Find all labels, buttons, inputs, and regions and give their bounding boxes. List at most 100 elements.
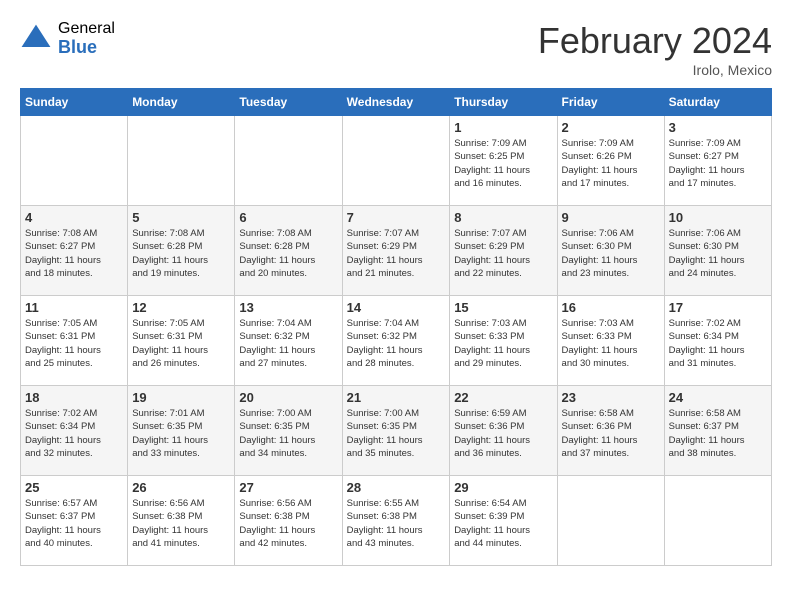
calendar-cell: 10 Sunrise: 7:06 AM Sunset: 6:30 PM Dayli…: [664, 206, 771, 296]
day-number: 4: [25, 210, 123, 225]
calendar-week-row: 4Sunrise: 7:08 AM Sunset: 6:27 PM Daylig…: [21, 206, 772, 296]
header-sunday: Sunday: [21, 89, 128, 116]
calendar-cell: 2 Sunrise: 7:09 AM Sunset: 6:26 PM Daylig…: [557, 116, 664, 206]
day-number: 29: [454, 480, 552, 495]
calendar-cell: 24 Sunrise: 6:58 AM Sunset: 6:37 PM Dayli…: [664, 386, 771, 476]
day-number: 19: [132, 390, 230, 405]
day-info: Sunrise: 6:54 AM Sunset: 6:39 PM Dayligh…: [454, 497, 552, 550]
day-number: 10: [669, 210, 767, 225]
calendar-cell: 14 Sunrise: 7:04 AM Sunset: 6:32 PM Dayli…: [342, 296, 450, 386]
calendar-week-row: 18 Sunrise: 7:02 AM Sunset: 6:34 PM Dayli…: [21, 386, 772, 476]
day-number: 7: [347, 210, 446, 225]
day-info: Sunrise: 7:09 AM Sunset: 6:25 PM Dayligh…: [454, 137, 552, 190]
day-number: 25: [25, 480, 123, 495]
day-number: 2: [562, 120, 660, 135]
day-info: Sunrise: 7:07 AM Sunset: 6:29 PM Dayligh…: [347, 227, 446, 280]
calendar-cell: 27Sunrise: 6:56 AM Sunset: 6:38 PM Dayli…: [235, 476, 342, 566]
day-number: 28: [347, 480, 446, 495]
calendar-cell: [557, 476, 664, 566]
day-info: Sunrise: 7:07 AM Sunset: 6:29 PM Dayligh…: [454, 227, 552, 280]
calendar-cell: 12 Sunrise: 7:05 AM Sunset: 6:31 PM Dayli…: [128, 296, 235, 386]
day-number: 6: [239, 210, 337, 225]
calendar-cell: 8 Sunrise: 7:07 AM Sunset: 6:29 PM Daylig…: [450, 206, 557, 296]
day-info: Sunrise: 7:09 AM Sunset: 6:26 PM Dayligh…: [562, 137, 660, 190]
day-number: 21: [347, 390, 446, 405]
day-number: 9: [562, 210, 660, 225]
day-info: Sunrise: 7:08 AM Sunset: 6:28 PM Dayligh…: [132, 227, 230, 280]
calendar-cell: 15 Sunrise: 7:03 AM Sunset: 6:33 PM Dayli…: [450, 296, 557, 386]
day-info: Sunrise: 7:02 AM Sunset: 6:34 PM Dayligh…: [25, 407, 123, 460]
day-info: Sunrise: 7:02 AM Sunset: 6:34 PM Dayligh…: [669, 317, 767, 370]
logo: General Blue: [20, 20, 115, 57]
day-number: 11: [25, 300, 123, 315]
header-tuesday: Tuesday: [235, 89, 342, 116]
day-info: Sunrise: 7:04 AM Sunset: 6:32 PM Dayligh…: [239, 317, 337, 370]
day-number: 23: [562, 390, 660, 405]
calendar-cell: 28 Sunrise: 6:55 AM Sunset: 6:38 PM Dayli…: [342, 476, 450, 566]
calendar-cell: [128, 116, 235, 206]
calendar-cell: 7 Sunrise: 7:07 AM Sunset: 6:29 PM Daylig…: [342, 206, 450, 296]
header-wednesday: Wednesday: [342, 89, 450, 116]
calendar-cell: 11Sunrise: 7:05 AM Sunset: 6:31 PM Dayli…: [21, 296, 128, 386]
day-number: 18: [25, 390, 123, 405]
day-info: Sunrise: 6:59 AM Sunset: 6:36 PM Dayligh…: [454, 407, 552, 460]
logo-general: General: [58, 20, 115, 38]
calendar-cell: [664, 476, 771, 566]
calendar-cell: 6 Sunrise: 7:08 AM Sunset: 6:28 PM Daylig…: [235, 206, 342, 296]
page-header: General Blue February 2024 Irolo, Mexico: [20, 20, 772, 78]
day-info: Sunrise: 7:06 AM Sunset: 6:30 PM Dayligh…: [669, 227, 767, 280]
day-number: 16: [562, 300, 660, 315]
month-title: February 2024: [538, 20, 772, 62]
calendar-week-row: 25 Sunrise: 6:57 AM Sunset: 6:37 PM Dayli…: [21, 476, 772, 566]
day-number: 20: [239, 390, 337, 405]
day-info: Sunrise: 6:58 AM Sunset: 6:36 PM Dayligh…: [562, 407, 660, 460]
day-number: 15: [454, 300, 552, 315]
day-number: 14: [347, 300, 446, 315]
day-number: 13: [239, 300, 337, 315]
calendar-cell: [235, 116, 342, 206]
day-info: Sunrise: 7:04 AM Sunset: 6:32 PM Dayligh…: [347, 317, 446, 370]
calendar-cell: 20 Sunrise: 7:00 AM Sunset: 6:35 PM Dayli…: [235, 386, 342, 476]
calendar-cell: 18 Sunrise: 7:02 AM Sunset: 6:34 PM Dayli…: [21, 386, 128, 476]
calendar-cell: 13 Sunrise: 7:04 AM Sunset: 6:32 PM Dayli…: [235, 296, 342, 386]
day-info: Sunrise: 7:03 AM Sunset: 6:33 PM Dayligh…: [454, 317, 552, 370]
day-info: Sunrise: 7:00 AM Sunset: 6:35 PM Dayligh…: [239, 407, 337, 460]
calendar-cell: 22 Sunrise: 6:59 AM Sunset: 6:36 PM Dayli…: [450, 386, 557, 476]
day-number: 26: [132, 480, 230, 495]
calendar-cell: [342, 116, 450, 206]
calendar-cell: [21, 116, 128, 206]
day-info: Sunrise: 7:00 AM Sunset: 6:35 PM Dayligh…: [347, 407, 446, 460]
day-number: 22: [454, 390, 552, 405]
day-info: Sunrise: 6:56 AM Sunset: 6:38 PM Dayligh…: [239, 497, 337, 550]
day-info: Sunrise: 6:57 AM Sunset: 6:37 PM Dayligh…: [25, 497, 123, 550]
day-info: Sunrise: 7:06 AM Sunset: 6:30 PM Dayligh…: [562, 227, 660, 280]
calendar-cell: 21 Sunrise: 7:00 AM Sunset: 6:35 PM Dayli…: [342, 386, 450, 476]
day-info: Sunrise: 6:55 AM Sunset: 6:38 PM Dayligh…: [347, 497, 446, 550]
day-info: Sunrise: 6:58 AM Sunset: 6:37 PM Dayligh…: [669, 407, 767, 460]
day-number: 8: [454, 210, 552, 225]
day-number: 12: [132, 300, 230, 315]
day-info: Sunrise: 7:09 AM Sunset: 6:27 PM Dayligh…: [669, 137, 767, 190]
calendar-cell: 26 Sunrise: 6:56 AM Sunset: 6:38 PM Dayli…: [128, 476, 235, 566]
day-number: 5: [132, 210, 230, 225]
day-number: 24: [669, 390, 767, 405]
location: Irolo, Mexico: [538, 62, 772, 78]
header-saturday: Saturday: [664, 89, 771, 116]
title-block: February 2024 Irolo, Mexico: [538, 20, 772, 78]
calendar-cell: 23 Sunrise: 6:58 AM Sunset: 6:36 PM Dayli…: [557, 386, 664, 476]
calendar-header-row: SundayMondayTuesdayWednesdayThursdayFrid…: [21, 89, 772, 116]
calendar-cell: 4Sunrise: 7:08 AM Sunset: 6:27 PM Daylig…: [21, 206, 128, 296]
header-thursday: Thursday: [450, 89, 557, 116]
day-info: Sunrise: 7:05 AM Sunset: 6:31 PM Dayligh…: [132, 317, 230, 370]
day-number: 1: [454, 120, 552, 135]
day-number: 17: [669, 300, 767, 315]
day-info: Sunrise: 7:08 AM Sunset: 6:28 PM Dayligh…: [239, 227, 337, 280]
calendar-week-row: 11 Sunrise: 7:05 AM Sunset: 6:31 PM Dayli…: [21, 296, 772, 386]
logo-icon: [20, 23, 52, 55]
header-friday: Friday: [557, 89, 664, 116]
calendar-cell: 9 Sunrise: 7:06 AM Sunset: 6:30 PM Daylig…: [557, 206, 664, 296]
calendar-table: SundayMondayTuesdayWednesdayThursdayFrid…: [20, 88, 772, 566]
day-info: Sunrise: 6:56 AM Sunset: 6:38 PM Dayligh…: [132, 497, 230, 550]
calendar-cell: 3Sunrise: 7:09 AM Sunset: 6:27 PM Daylig…: [664, 116, 771, 206]
calendar-cell: 16Sunrise: 7:03 AM Sunset: 6:33 PM Dayli…: [557, 296, 664, 386]
